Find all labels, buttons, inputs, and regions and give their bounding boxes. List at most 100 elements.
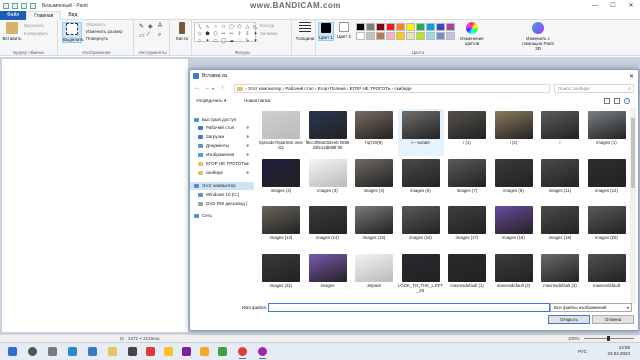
file-type-select[interactable]: Все файлы изображений ▾ (550, 303, 632, 312)
file-tile[interactable]: maxresdefault (584, 252, 630, 299)
bandicam-icon[interactable] (238, 347, 247, 359)
crop-button[interactable]: Обрезать (86, 22, 106, 27)
up-arrow-icon[interactable]: ↑ (221, 85, 224, 91)
size-button[interactable]: Толщина (295, 22, 315, 41)
curve-shape-icon[interactable]: ∿ (204, 24, 211, 30)
palette-swatch[interactable] (376, 23, 385, 31)
file-tile[interactable]: Jetpack (351, 252, 397, 299)
help-icon[interactable] (624, 98, 630, 104)
rect-shape-icon[interactable]: □ (220, 24, 227, 30)
outline-button[interactable]: Контур (260, 23, 274, 28)
palette-swatch[interactable] (416, 32, 425, 40)
palette-swatch[interactable] (436, 23, 445, 31)
file-tile[interactable]: images (20) (584, 204, 630, 251)
search-input[interactable]: Поиск: скибиде ⌕ (554, 84, 634, 93)
file-tile[interactable]: images (13) (258, 204, 304, 251)
file-tile[interactable]: images (18) (491, 204, 537, 251)
tab-file[interactable]: Файл (0, 11, 27, 20)
cancel-button[interactable]: Отмена (592, 315, 634, 324)
address-bar[interactable]: › Этот компьютер › Рабочий стол › Егор+П… (234, 84, 550, 93)
nav-item[interactable]: Windows 10 (C:) (190, 191, 254, 199)
fill-icon[interactable]: ◈ (148, 23, 153, 30)
paste-button[interactable]: Вставить (2, 22, 22, 41)
hexagon-shape-icon[interactable]: ⬡ (212, 31, 219, 37)
drawing-canvas[interactable] (2, 59, 188, 332)
breadcrumb[interactable]: › Этот компьютер › Рабочий стол › Егор+П… (245, 86, 412, 91)
nav-item[interactable]: скибиде ✱ (190, 169, 254, 177)
color1-button[interactable]: Цвет 1 (318, 22, 334, 41)
palette-swatch[interactable] (356, 23, 365, 31)
palette-swatch[interactable] (446, 23, 455, 31)
palette-swatch[interactable] (376, 32, 385, 40)
file-tile[interactable]: i (2) (491, 109, 537, 156)
open-button[interactable]: Открыть (548, 315, 590, 324)
scrollbar-thumb[interactable] (631, 118, 635, 188)
arrow-up-shape-icon[interactable]: ⇧ (236, 31, 243, 37)
line-shape-icon[interactable]: ╲ (196, 24, 203, 30)
text-icon[interactable]: A (158, 23, 162, 29)
file-tile[interactable]: images (16) (398, 204, 444, 251)
palette-swatch[interactable] (366, 23, 375, 31)
file-tile[interactable]: images (12) (584, 157, 630, 204)
redo-icon[interactable] (30, 2, 36, 9)
file-tile[interactable]: images (1) (584, 109, 630, 156)
file-tile[interactable]: maxresdefault (3) (537, 252, 583, 299)
search-icon[interactable] (28, 347, 37, 356)
yandex-browser-icon[interactable] (146, 347, 155, 356)
brushes-button[interactable]: Кисти (172, 22, 192, 41)
pencil-icon[interactable]: ✎ (139, 23, 144, 30)
magnifier-icon[interactable]: ⌕ (158, 32, 161, 39)
pentagon-shape-icon[interactable]: ⬟ (204, 31, 211, 37)
file-tile[interactable]: i (1) (444, 109, 490, 156)
palette-swatch[interactable] (416, 23, 425, 31)
palette-swatch[interactable] (406, 23, 415, 31)
file-tile[interactable]: images (305, 252, 351, 299)
roundrect-shape-icon[interactable]: ▢ (228, 24, 235, 30)
start-icon[interactable] (8, 347, 17, 356)
palette-swatch[interactable] (396, 32, 405, 40)
palette-swatch[interactable] (436, 32, 445, 40)
task-view-icon[interactable] (48, 347, 57, 356)
nav-item[interactable]: Этот компьютер (190, 182, 254, 190)
lightning-shape-icon[interactable]: ϟ (244, 38, 251, 44)
color-picker-icon[interactable]: ⁄ (148, 32, 149, 38)
star6-shape-icon[interactable]: ✶ (204, 38, 211, 44)
file-tile[interactable]: images (4) (351, 157, 397, 204)
color-palette[interactable] (356, 23, 455, 40)
nav-item[interactable]: Сеть (190, 212, 254, 220)
resize-button[interactable]: Изменить размер (86, 29, 123, 34)
nav-item[interactable]: Документы ✱ (190, 142, 254, 150)
diamond-shape-icon[interactable]: ◇ (196, 31, 203, 37)
palette-swatch[interactable] (366, 32, 375, 40)
game-app-icon[interactable] (218, 347, 227, 356)
file-tile[interactable]: images (17) (444, 204, 490, 251)
file-tile[interactable]: f8cc4f9ea032eeb 068523fe14db88f 90 (305, 109, 351, 156)
file-tile[interactable]: images (6) (398, 157, 444, 204)
palette-swatch[interactable] (426, 23, 435, 31)
heart-shape-icon[interactable]: ♡ (236, 38, 243, 44)
file-tile[interactable]: i----копия (397, 109, 444, 156)
file-tile[interactable]: images (21) (258, 252, 304, 299)
zoom-slider-thumb[interactable] (607, 336, 610, 341)
minimize-button[interactable]: — (586, 0, 604, 11)
language-indicator[interactable]: РУС (578, 349, 587, 354)
palette-swatch[interactable] (356, 32, 365, 40)
cut-button[interactable]: Вырезать (24, 23, 44, 28)
back-arrow-icon[interactable]: ← (194, 85, 200, 91)
nav-item[interactable]: Рабочий стол ✱ (190, 124, 254, 132)
nav-item[interactable]: DVD RW дисковод ( (190, 200, 254, 208)
rotate-button[interactable]: Повернуть (86, 36, 108, 41)
star4-shape-icon[interactable]: ✦ (252, 31, 259, 37)
file-tile[interactable]: images (2) (258, 157, 304, 204)
organize-button[interactable]: Упорядочить ▾ (196, 96, 226, 106)
system-tray[interactable]: 14:55 23.04.2024 (607, 345, 630, 357)
file-explorer-icon[interactable] (108, 347, 117, 356)
arrow-right-shape-icon[interactable]: ⇨ (220, 31, 227, 37)
callout-oval-shape-icon[interactable]: ◯ (220, 38, 227, 44)
file-tile[interactable]: i (537, 109, 583, 156)
palette-swatch[interactable] (396, 23, 405, 31)
file-grid-scrollbar[interactable] (630, 108, 636, 304)
file-tile[interactable]: images (3) (305, 157, 351, 204)
color2-button[interactable]: Цвет 2 (336, 22, 352, 39)
chrome-icon[interactable] (164, 347, 173, 356)
